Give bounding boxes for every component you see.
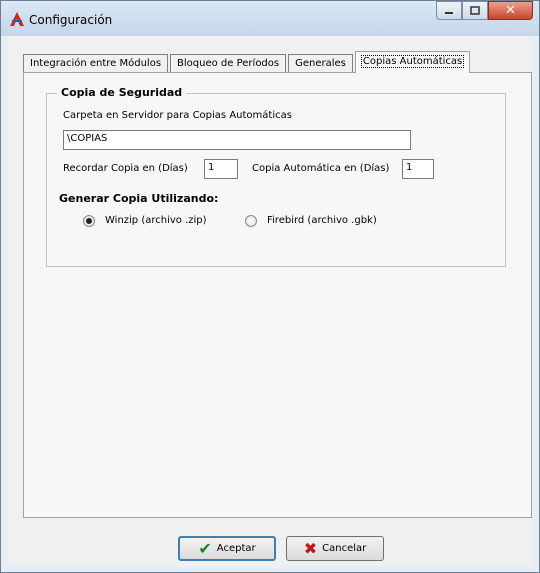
accept-button[interactable]: ✔ Aceptar <box>178 536 276 561</box>
firebird-radio[interactable] <box>245 215 257 227</box>
remember-days-label: Recordar Copia en (Días) <box>63 163 188 174</box>
window-title: Configuración <box>29 13 113 27</box>
backup-group: Copia de Seguridad Carpeta en Servidor p… <box>46 86 506 267</box>
maximize-button[interactable] <box>462 1 488 20</box>
close-button[interactable]: ✕ <box>488 1 533 20</box>
tab-integracion-modulos[interactable]: Integración entre Módulos <box>23 54 169 73</box>
maximize-icon <box>470 5 480 15</box>
minimize-icon <box>445 11 453 14</box>
group-title: Copia de Seguridad <box>57 86 187 99</box>
configuration-window: Configuración ✕ Integración entre Módulo… <box>0 0 540 573</box>
auto-days-label: Copia Automática en (Días) <box>252 163 390 174</box>
checkmark-icon: ✔ <box>198 539 212 558</box>
cross-icon: ✖ <box>303 539 318 558</box>
window-controls: ✕ <box>436 1 533 21</box>
accept-label: Aceptar <box>216 543 256 554</box>
cancel-label: Cancelar <box>322 543 367 554</box>
remember-days-input[interactable]: 1 <box>204 159 238 179</box>
auto-days-input[interactable]: 1 <box>402 159 434 179</box>
winzip-label[interactable]: Winzip (archivo .zip) <box>105 215 207 226</box>
tab-label: Generales <box>295 58 346 69</box>
tab-strip: Integración entre Módulos Bloqueo de Per… <box>23 51 472 73</box>
tab-generales[interactable]: Generales <box>288 54 353 73</box>
folder-label: Carpeta en Servidor para Copias Automáti… <box>63 110 292 121</box>
tab-panel: Copia de Seguridad Carpeta en Servidor p… <box>23 72 532 518</box>
close-icon: ✕ <box>505 3 516 18</box>
app-logo-icon <box>10 12 24 26</box>
title-bar[interactable]: Configuración ✕ <box>1 1 539 36</box>
tab-label: Integración entre Módulos <box>30 58 162 69</box>
tab-copias-automaticas[interactable]: Copias Automáticas <box>354 51 471 73</box>
cancel-button[interactable]: ✖ Cancelar <box>286 536 384 561</box>
minimize-button[interactable] <box>436 1 462 20</box>
winzip-radio[interactable] <box>83 215 95 227</box>
firebird-label[interactable]: Firebird (archivo .gbk) <box>267 215 377 226</box>
folder-input[interactable]: \COPIAS <box>63 130 411 150</box>
tab-bloqueo-periodos[interactable]: Bloqueo de Períodos <box>170 54 287 73</box>
generate-label: Generar Copia Utilizando: <box>59 192 219 205</box>
tab-label: Bloqueo de Períodos <box>177 58 280 69</box>
tab-label: Copias Automáticas <box>360 55 465 68</box>
